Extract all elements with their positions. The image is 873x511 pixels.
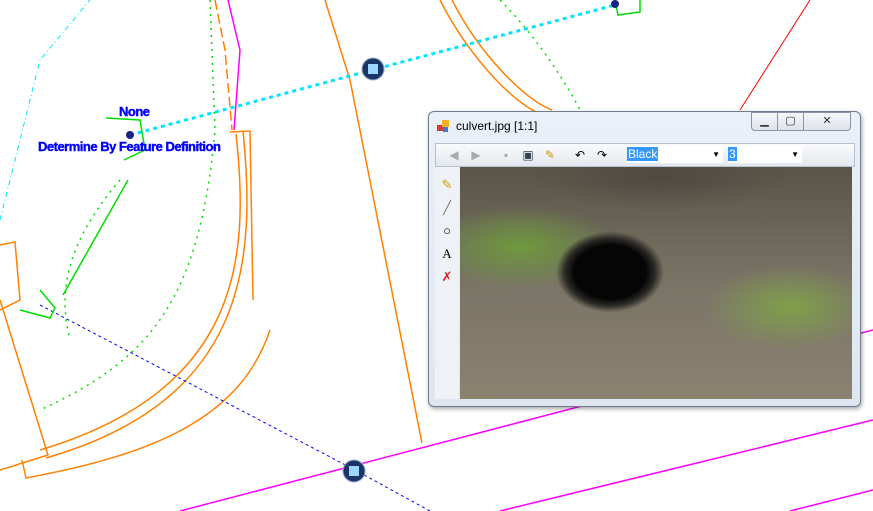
- toolbar: ◀ ▶ ▪ ▣ ✎ ↶ ↷ Black ▼ 3 ▼: [435, 143, 855, 167]
- color-select[interactable]: Black ▼: [627, 146, 723, 163]
- save-as-button[interactable]: ▣: [520, 147, 536, 163]
- point-marker: [126, 131, 134, 139]
- link-node-icon[interactable]: [342, 459, 366, 483]
- maximize-button[interactable]: ▢: [777, 112, 804, 131]
- redo-button[interactable]: ↷: [594, 147, 610, 163]
- minimize-button[interactable]: ▁: [751, 112, 778, 131]
- label-none: None: [119, 104, 150, 119]
- drawing-tools: ✎ ╱ ○ A ✗: [435, 167, 459, 399]
- image-viewer-window: culvert.jpg [1:1] ▁ ▢ ✕ ◀ ▶ ▪ ▣ ✎ ↶ ↷ Bl…: [428, 111, 861, 407]
- window-title: culvert.jpg [1:1]: [456, 119, 538, 133]
- width-select[interactable]: 3 ▼: [728, 146, 802, 163]
- point-marker: [611, 0, 619, 8]
- undo-button[interactable]: ↶: [572, 147, 588, 163]
- eraser-icon[interactable]: ✗: [439, 269, 455, 285]
- culvert-photo: [460, 167, 852, 399]
- close-button[interactable]: ✕: [803, 112, 851, 131]
- forward-button[interactable]: ▶: [468, 147, 484, 163]
- save-button[interactable]: ▪: [498, 147, 514, 163]
- edit-pencil-button[interactable]: ✎: [542, 147, 558, 163]
- app-icon: [437, 120, 449, 132]
- text-icon[interactable]: A: [439, 246, 455, 262]
- label-determine-by-feature: Determine By Feature Definition: [38, 139, 221, 154]
- circle-icon[interactable]: ○: [439, 223, 455, 239]
- line-icon[interactable]: ╱: [439, 200, 455, 216]
- back-button[interactable]: ◀: [446, 147, 462, 163]
- pencil-icon[interactable]: ✎: [439, 177, 455, 193]
- link-node-icon[interactable]: [361, 57, 385, 81]
